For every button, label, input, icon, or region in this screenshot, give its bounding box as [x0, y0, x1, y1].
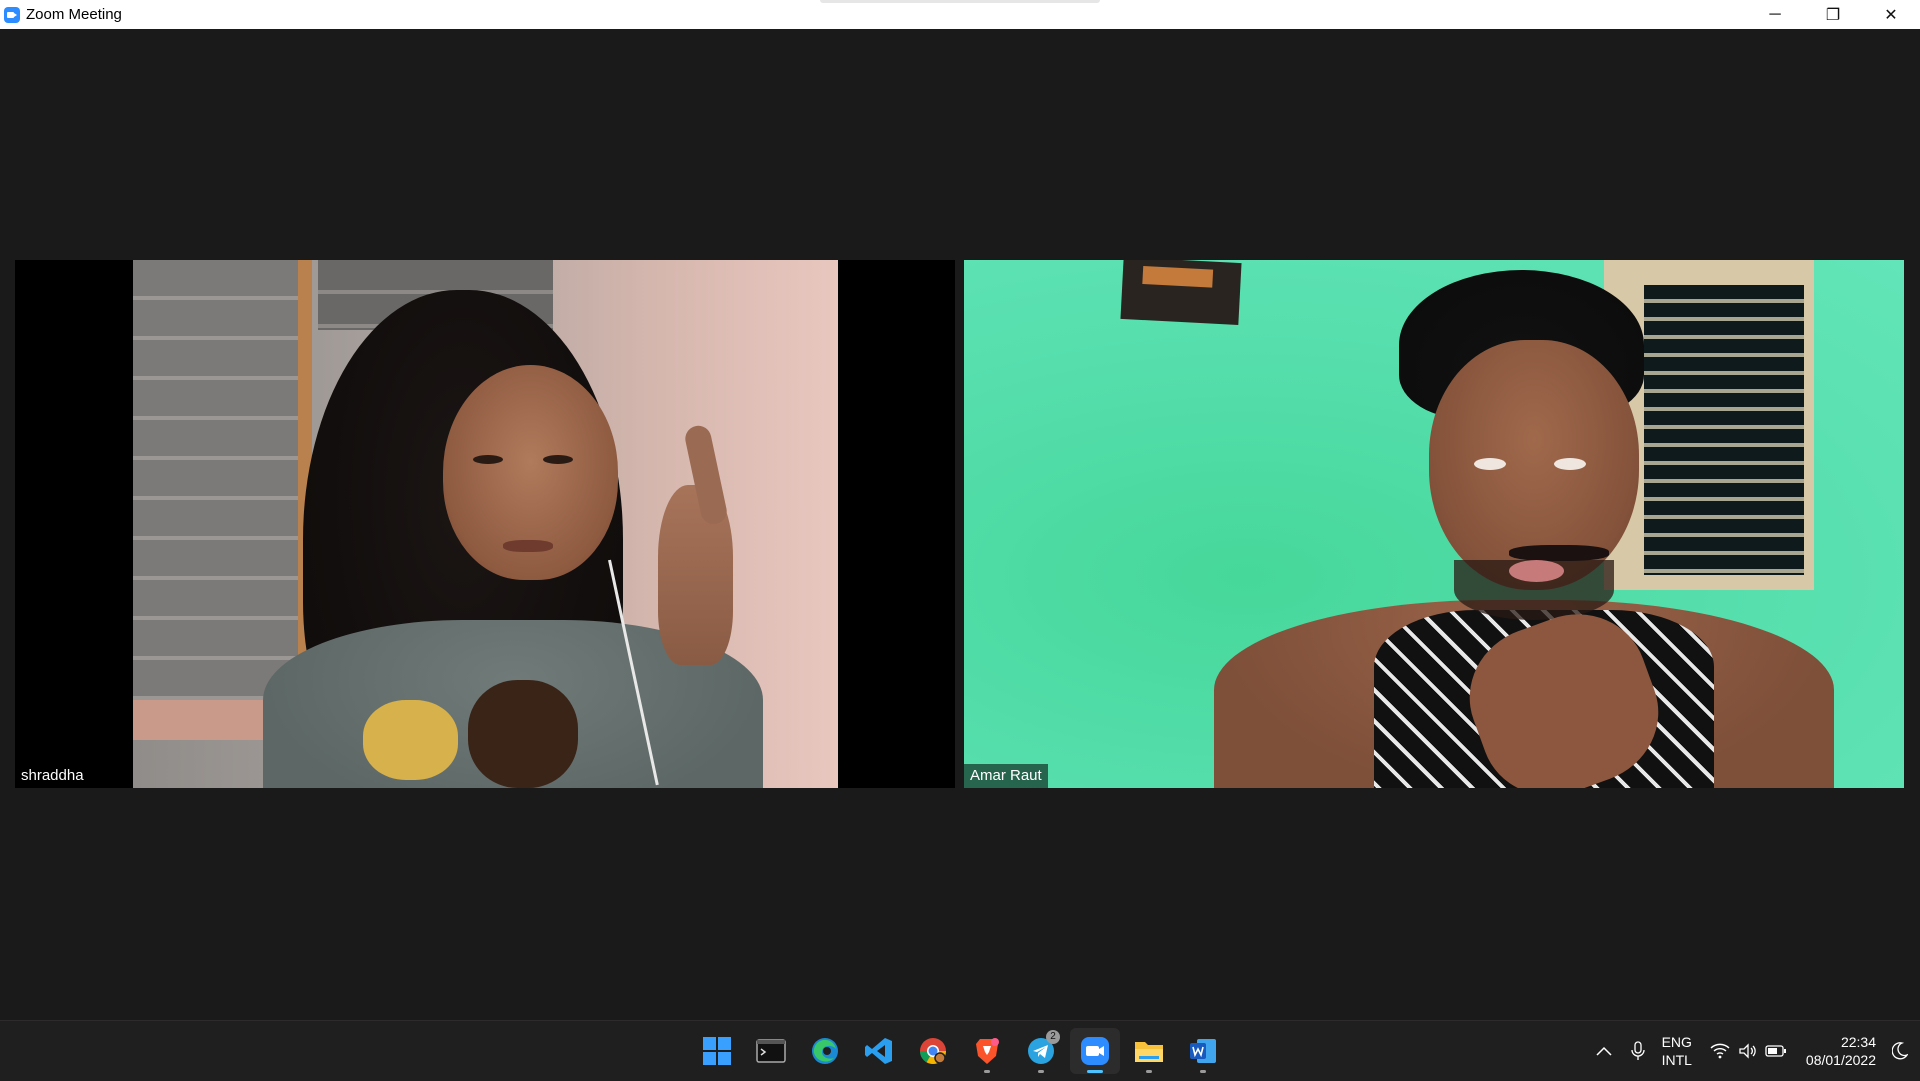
restore-button[interactable]: ❐ [1804, 0, 1862, 29]
zoom-icon [1081, 1037, 1109, 1065]
file-explorer-app[interactable] [1124, 1028, 1174, 1074]
participant-video [133, 260, 838, 788]
network-status[interactable] [1706, 1036, 1734, 1066]
input-language-indicator[interactable]: ENG INTL [1662, 1033, 1692, 1069]
system-tray: ENG INTL 22:34 08/01/2022 [1590, 1021, 1920, 1081]
zoom-app-icon [4, 6, 20, 23]
top-drag-handle[interactable] [820, 0, 1100, 3]
brave-app[interactable] [962, 1028, 1012, 1074]
chevron-up-icon [1596, 1046, 1612, 1056]
minimize-button[interactable]: ─ [1746, 0, 1804, 29]
language-code: ENG [1661, 1034, 1692, 1050]
running-indicator [1146, 1070, 1152, 1073]
running-indicator [1200, 1070, 1206, 1073]
running-indicator [984, 1070, 990, 1073]
moon-icon [1892, 1042, 1908, 1060]
participant-name-label: shraddha [15, 764, 90, 788]
time: 22:34 [1840, 1034, 1876, 1050]
word-app[interactable] [1178, 1028, 1228, 1074]
keyboard-layout: INTL [1661, 1052, 1692, 1068]
edge-app[interactable] [800, 1028, 850, 1074]
video-feed-image [133, 260, 838, 788]
windows-start-icon [703, 1037, 731, 1065]
taskbar-apps: 2 [690, 1021, 1230, 1081]
window-title: Zoom Meeting [26, 6, 122, 23]
window-controls: ─ ❐ ✕ [1746, 0, 1920, 29]
telegram-app[interactable]: 2 [1016, 1028, 1066, 1074]
word-icon [1190, 1039, 1216, 1063]
wifi-icon [1710, 1043, 1730, 1059]
microphone-status[interactable] [1624, 1036, 1652, 1066]
start-button[interactable] [692, 1028, 742, 1074]
focus-assist-button[interactable] [1886, 1036, 1914, 1066]
clock[interactable]: 22:34 08/01/2022 [1806, 1033, 1876, 1069]
date: 08/01/2022 [1805, 1052, 1876, 1068]
battery-icon [1765, 1045, 1786, 1057]
participant-video [964, 260, 1904, 788]
terminal-app[interactable] [746, 1028, 796, 1074]
video-tile-shraddha[interactable]: shraddha [15, 260, 955, 788]
video-tile-amar-raut[interactable]: Amar Raut [964, 260, 1904, 788]
running-indicator [1038, 1070, 1044, 1073]
chrome-app[interactable] [908, 1028, 958, 1074]
terminal-icon [756, 1039, 786, 1063]
volume-control[interactable] [1734, 1036, 1762, 1066]
title-bar: Zoom Meeting ─ ❐ ✕ [0, 0, 1920, 29]
vscode-icon [865, 1038, 892, 1064]
taskbar: 2 ENG INTL 22:34 08/01/2022 [0, 1020, 1920, 1081]
video-feed-image [964, 260, 1904, 788]
edge-icon [812, 1038, 838, 1064]
battery-status[interactable] [1762, 1036, 1790, 1066]
zoom-app[interactable] [1070, 1028, 1120, 1074]
chrome-icon [919, 1038, 947, 1065]
speaker-icon [1739, 1043, 1756, 1059]
notification-badge: 2 [1046, 1030, 1060, 1044]
folder-icon [1135, 1042, 1163, 1062]
close-button[interactable]: ✕ [1862, 0, 1920, 29]
vscode-app[interactable] [854, 1028, 904, 1074]
show-hidden-icons-button[interactable] [1590, 1036, 1618, 1066]
microphone-icon [1630, 1041, 1645, 1060]
active-indicator [1087, 1070, 1103, 1073]
brave-icon [976, 1038, 999, 1064]
participant-name-label: Amar Raut [964, 764, 1048, 788]
